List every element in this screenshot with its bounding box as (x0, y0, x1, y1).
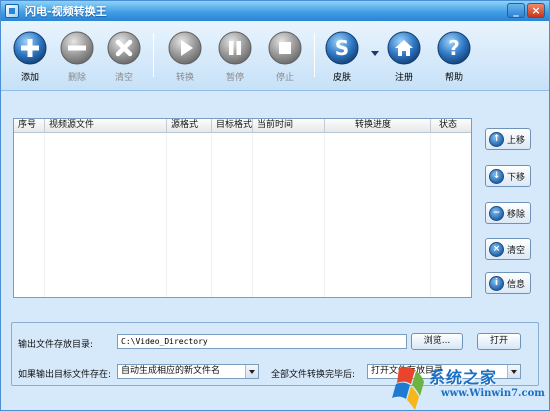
list-body[interactable] (14, 134, 471, 297)
exists-select[interactable]: 自动生成相应的新文件名 (117, 364, 259, 379)
question-icon: ? (437, 31, 471, 65)
exists-select-value: 自动生成相应的新文件名 (121, 366, 221, 376)
column-header[interactable]: 视频源文件 (45, 119, 167, 132)
exists-label: 如果输出目标文件存在: (18, 370, 112, 380)
file-list[interactable]: 序号 视频源文件 源格式 目标格式 当前时间 转换进度 状态 (13, 118, 472, 298)
skin-button[interactable]: S 皮肤 (322, 31, 362, 83)
x-icon (107, 31, 141, 65)
skin-label: 皮肤 (332, 73, 351, 83)
list-header: 序号 视频源文件 源格式 目标格式 当前时间 转换进度 状态 (14, 119, 471, 133)
pause-label: 暂停 (225, 73, 244, 83)
minus-icon: − (489, 205, 504, 221)
app-window: 闪电-视频转换王 _ × 添加 删除 清空 转换 暂停 停止 S 皮肤 注册 ?… (0, 0, 550, 411)
output-dir-label: 输出文件存放目录: (18, 340, 94, 350)
complete-label: 全部文件转换完毕后: (271, 370, 356, 380)
delete-button[interactable]: 删除 (57, 31, 97, 83)
move-down-button[interactable]: ↓ 下移 (485, 165, 531, 187)
window-title: 闪电-视频转换王 (25, 5, 107, 18)
minus-icon (60, 31, 94, 65)
stop-button[interactable]: 停止 (265, 31, 305, 83)
watermark-url: www.Winwin7.com (441, 388, 545, 399)
window-controls: _ × (507, 3, 545, 18)
clear-button[interactable]: 清空 (104, 31, 144, 83)
add-label: 添加 (20, 73, 39, 83)
move-down-label: 下移 (507, 172, 526, 183)
app-icon (5, 4, 19, 18)
remove-label: 移除 (507, 209, 526, 220)
chevron-down-icon[interactable] (245, 365, 258, 378)
browse-button[interactable]: 浏览... (411, 333, 463, 350)
help-button[interactable]: ? 帮助 (434, 31, 474, 83)
move-up-button[interactable]: ↑ 上移 (485, 128, 531, 150)
open-button[interactable]: 打开 (477, 333, 521, 350)
toolbar-separator (153, 33, 154, 77)
minimize-button[interactable]: _ (507, 3, 525, 18)
x-icon: × (489, 241, 504, 257)
watermark-text: 系统之家 (429, 368, 498, 387)
convert-button[interactable]: 转换 (165, 31, 205, 83)
column-header[interactable]: 序号 (14, 119, 45, 132)
arrow-down-icon: ↓ (489, 168, 504, 184)
windows-logo-icon (392, 366, 424, 410)
stop-label: 停止 (275, 73, 294, 83)
column-header[interactable]: 当前时间 (253, 119, 325, 132)
register-label: 注册 (394, 73, 413, 83)
watermark: 系统之家 www.Winwin7.com (367, 362, 549, 410)
column-header[interactable]: 目标格式 (212, 119, 253, 132)
toolbar-separator (314, 33, 315, 77)
side-clear-button[interactable]: × 清空 (485, 238, 531, 260)
remove-button[interactable]: − 移除 (485, 202, 531, 224)
register-button[interactable]: 注册 (384, 31, 424, 83)
add-button[interactable]: 添加 (10, 31, 50, 83)
title-bar: 闪电-视频转换王 _ × (1, 1, 549, 21)
column-header[interactable]: 转换进度 (325, 119, 431, 132)
svg-text:S: S (335, 36, 349, 60)
delete-label: 删除 (67, 73, 86, 83)
skin-s-icon: S (325, 31, 359, 65)
svg-text:?: ? (448, 36, 460, 60)
arrow-up-icon: ↑ (489, 131, 504, 147)
convert-label: 转换 (175, 73, 194, 83)
clear-label: 清空 (114, 73, 133, 83)
info-label: 信息 (507, 279, 526, 290)
close-button[interactable]: × (527, 3, 545, 18)
info-button[interactable]: i 信息 (485, 272, 531, 294)
column-header[interactable]: 源格式 (167, 119, 212, 132)
move-up-label: 上移 (507, 135, 526, 146)
stop-icon (268, 31, 302, 65)
play-icon (168, 31, 202, 65)
column-header[interactable]: 状态 (431, 119, 471, 132)
pause-icon (218, 31, 252, 65)
output-dir-input[interactable]: C:\Video_Directory (117, 334, 407, 349)
side-clear-label: 清空 (507, 245, 526, 256)
chevron-down-icon[interactable] (371, 51, 379, 56)
home-icon (387, 31, 421, 65)
help-label: 帮助 (444, 73, 463, 83)
info-icon: i (489, 275, 504, 291)
pause-button[interactable]: 暂停 (215, 31, 255, 83)
toolbar: 添加 删除 清空 转换 暂停 停止 S 皮肤 注册 ? 帮助 (1, 21, 549, 91)
plus-icon (13, 31, 47, 65)
